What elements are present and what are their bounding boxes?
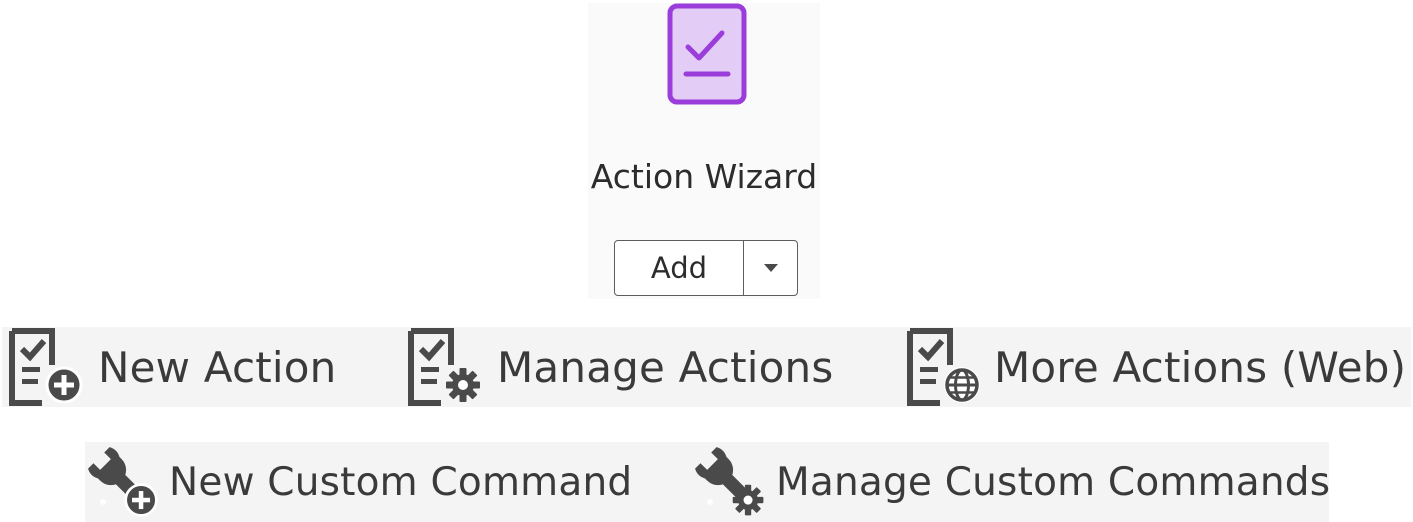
- add-split-button: Add: [614, 240, 798, 296]
- tool-title: Action Wizard: [590, 157, 818, 196]
- custom-commands-strip: New Custom Command Manage Custom Command…: [85, 442, 1330, 522]
- new-custom-command-label: New Custom Command: [169, 459, 633, 505]
- action-wizard-tool-card[interactable]: Action Wizard Add: [588, 3, 820, 299]
- caret-down-icon: [763, 264, 778, 272]
- more-actions-web-label: More Actions (Web): [994, 342, 1407, 392]
- manage-actions-item[interactable]: Manage Actions: [405, 327, 833, 407]
- add-button[interactable]: Add: [615, 241, 744, 295]
- new-custom-command-icon: [86, 445, 161, 520]
- manage-custom-commands-label: Manage Custom Commands: [776, 459, 1331, 505]
- add-dropdown-button[interactable]: [744, 241, 797, 295]
- manage-custom-commands-icon: [693, 445, 768, 520]
- manage-actions-icon: [405, 327, 480, 407]
- manage-actions-label: Manage Actions: [497, 342, 834, 392]
- new-custom-command-item[interactable]: New Custom Command: [85, 442, 632, 522]
- actions-strip: New Action Manage Actions More Actions (…: [2, 327, 1411, 407]
- new-action-icon: [6, 327, 83, 407]
- more-actions-web-icon: [904, 327, 982, 407]
- more-actions-web-item[interactable]: More Actions (Web): [904, 327, 1406, 407]
- new-action-item[interactable]: New Action: [6, 327, 337, 407]
- checklist-document-icon: [667, 3, 747, 105]
- manage-custom-commands-item[interactable]: Manage Custom Commands: [692, 442, 1330, 522]
- new-action-label: New Action: [98, 342, 337, 392]
